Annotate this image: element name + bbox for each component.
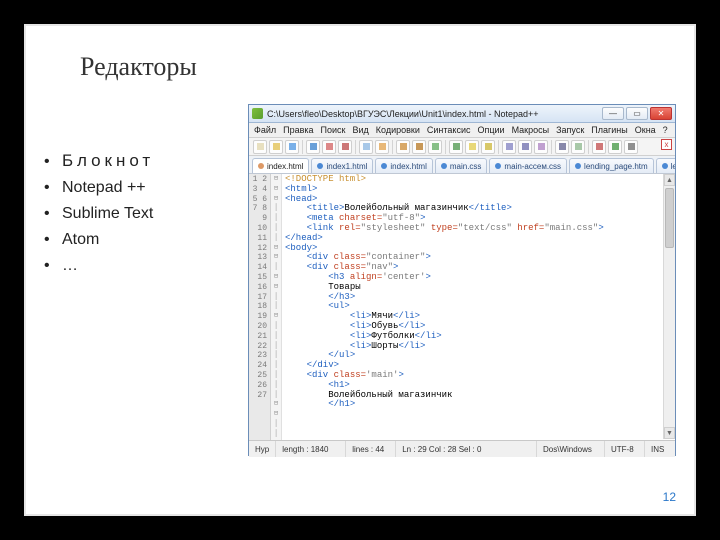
cut-button[interactable] [375, 140, 389, 154]
wrap-button[interactable] [534, 140, 548, 154]
status-mode: INS [645, 441, 675, 457]
file-tab[interactable]: index.html [252, 158, 309, 173]
menu-bar: Файл Правка Поиск Вид Кодировки Синтаксис Опци… [249, 123, 675, 138]
status-position: Ln : 29 Col : 28 Sel : 0 [396, 441, 537, 457]
indent-button[interactable] [571, 140, 585, 154]
zoom-out-button[interactable] [518, 140, 532, 154]
print-button[interactable] [359, 140, 373, 154]
bullet-item: •… [44, 254, 154, 278]
save-button[interactable] [285, 140, 299, 154]
minimize-button[interactable]: — [602, 107, 624, 120]
tab-label: lending_page.htm [584, 162, 648, 171]
close-button[interactable] [322, 140, 336, 154]
paste-button[interactable] [412, 140, 426, 154]
file-tab[interactable]: index.html [375, 158, 432, 173]
menu-item[interactable]: Опции [477, 125, 504, 135]
menu-item[interactable]: Плагины [591, 125, 627, 135]
menu-item[interactable]: Запуск [556, 125, 584, 135]
close-button[interactable]: ✕ [650, 107, 672, 120]
close-all-button[interactable] [338, 140, 352, 154]
show-all-button[interactable] [555, 140, 569, 154]
find-button[interactable] [465, 140, 479, 154]
zoom-in-button[interactable] [502, 140, 516, 154]
bullet-item: •Блокнот [44, 148, 154, 174]
scroll-up-arrow[interactable]: ▲ [664, 174, 675, 186]
status-lines: lines : 44 [346, 441, 396, 457]
menu-item[interactable]: Вид [353, 125, 369, 135]
menu-item[interactable]: Окна [635, 125, 656, 135]
code-area[interactable]: <!DOCTYPE html><html><head> <title>Волей… [282, 174, 675, 440]
menu-item[interactable]: Кодировки [376, 125, 420, 135]
macro-stop-button[interactable] [624, 140, 638, 154]
menu-item[interactable]: Файл [254, 125, 276, 135]
scroll-thumb[interactable] [665, 188, 674, 248]
save-all-button[interactable] [306, 140, 320, 154]
file-tab[interactable]: main-ассем.css [489, 158, 567, 173]
menu-item[interactable]: Поиск [321, 125, 346, 135]
window-title: C:\Users\fleo\Desktop\ВГУЭС\Лекции\Unit1… [267, 109, 600, 119]
scroll-down-arrow[interactable]: ▼ [664, 427, 675, 439]
menu-item[interactable]: Макросы [512, 125, 550, 135]
tab-close-icon[interactable]: x [661, 139, 672, 150]
editor-body[interactable]: 1 2 3 4 5 6 7 8 9 10 11 12 13 14 15 16 1… [249, 174, 675, 441]
tab-bar: index.html index1.html index.html main.css m… [249, 156, 675, 174]
status-language: Hyp [249, 441, 276, 457]
status-bar: Hyp length : 1840 lines : 44 Ln : 29 Col… [249, 441, 675, 457]
undo-button[interactable] [428, 140, 442, 154]
vertical-scrollbar[interactable]: ▲ ▼ [663, 174, 675, 439]
new-button[interactable] [253, 140, 267, 154]
tab-label: index.html [390, 162, 426, 171]
file-tab[interactable]: main.css [435, 158, 488, 173]
status-encoding: UTF-8 [605, 441, 645, 457]
tab-label: index1.html [326, 162, 367, 171]
page-number: 12 [663, 490, 676, 504]
slide-inner: Редакторы •Блокнот •Notepad ++ •Sublime … [26, 26, 694, 514]
window-titlebar[interactable]: C:\Users\fleo\Desktop\ВГУЭС\Лекции\Unit1… [249, 105, 675, 123]
tab-label: index.html [267, 162, 303, 171]
file-tab[interactable]: lending_page(1).htm [656, 158, 675, 173]
tab-label: main.css [450, 162, 482, 171]
app-icon [252, 108, 263, 119]
bullet-item: •Atom [44, 228, 154, 252]
menu-item[interactable]: ? [663, 125, 668, 135]
bullet-item: •Sublime Text [44, 202, 154, 226]
macro-rec-button[interactable] [592, 140, 606, 154]
notepad-plus-plus-window: C:\Users\fleo\Desktop\ВГУЭС\Лекции\Unit1… [248, 104, 676, 456]
menu-item[interactable]: Правка [283, 125, 313, 135]
replace-button[interactable] [481, 140, 495, 154]
redo-button[interactable] [449, 140, 463, 154]
slide: Редакторы •Блокнот •Notepad ++ •Sublime … [24, 24, 696, 516]
line-number-gutter: 1 2 3 4 5 6 7 8 9 10 11 12 13 14 15 16 1… [249, 174, 271, 440]
status-length: length : 1840 [276, 441, 346, 457]
open-button[interactable] [269, 140, 283, 154]
tab-label: main-ассем.css [504, 162, 561, 171]
file-tab[interactable]: lending_page.htm [569, 158, 654, 173]
maximize-button[interactable]: ▭ [626, 107, 648, 120]
tab-label: lending_page(1).htm [671, 162, 675, 171]
slide-title: Редакторы [80, 52, 197, 82]
bullet-list: •Блокнот •Notepad ++ •Sublime Text •Atom… [44, 148, 154, 280]
copy-button[interactable] [396, 140, 410, 154]
macro-play-button[interactable] [608, 140, 622, 154]
bullet-item: •Notepad ++ [44, 176, 154, 200]
status-eol: Dos\Windows [537, 441, 605, 457]
fold-gutter: ⊟ ⊟ ⊟ │ │ │ │ ⊟ ⊟ │ ⊟ ⊟ │ │ ⊟ │ │ │ │ │ … [271, 174, 282, 440]
menu-item[interactable]: Синтаксис [427, 125, 471, 135]
toolbar [249, 138, 675, 156]
file-tab[interactable]: index1.html [311, 158, 373, 173]
